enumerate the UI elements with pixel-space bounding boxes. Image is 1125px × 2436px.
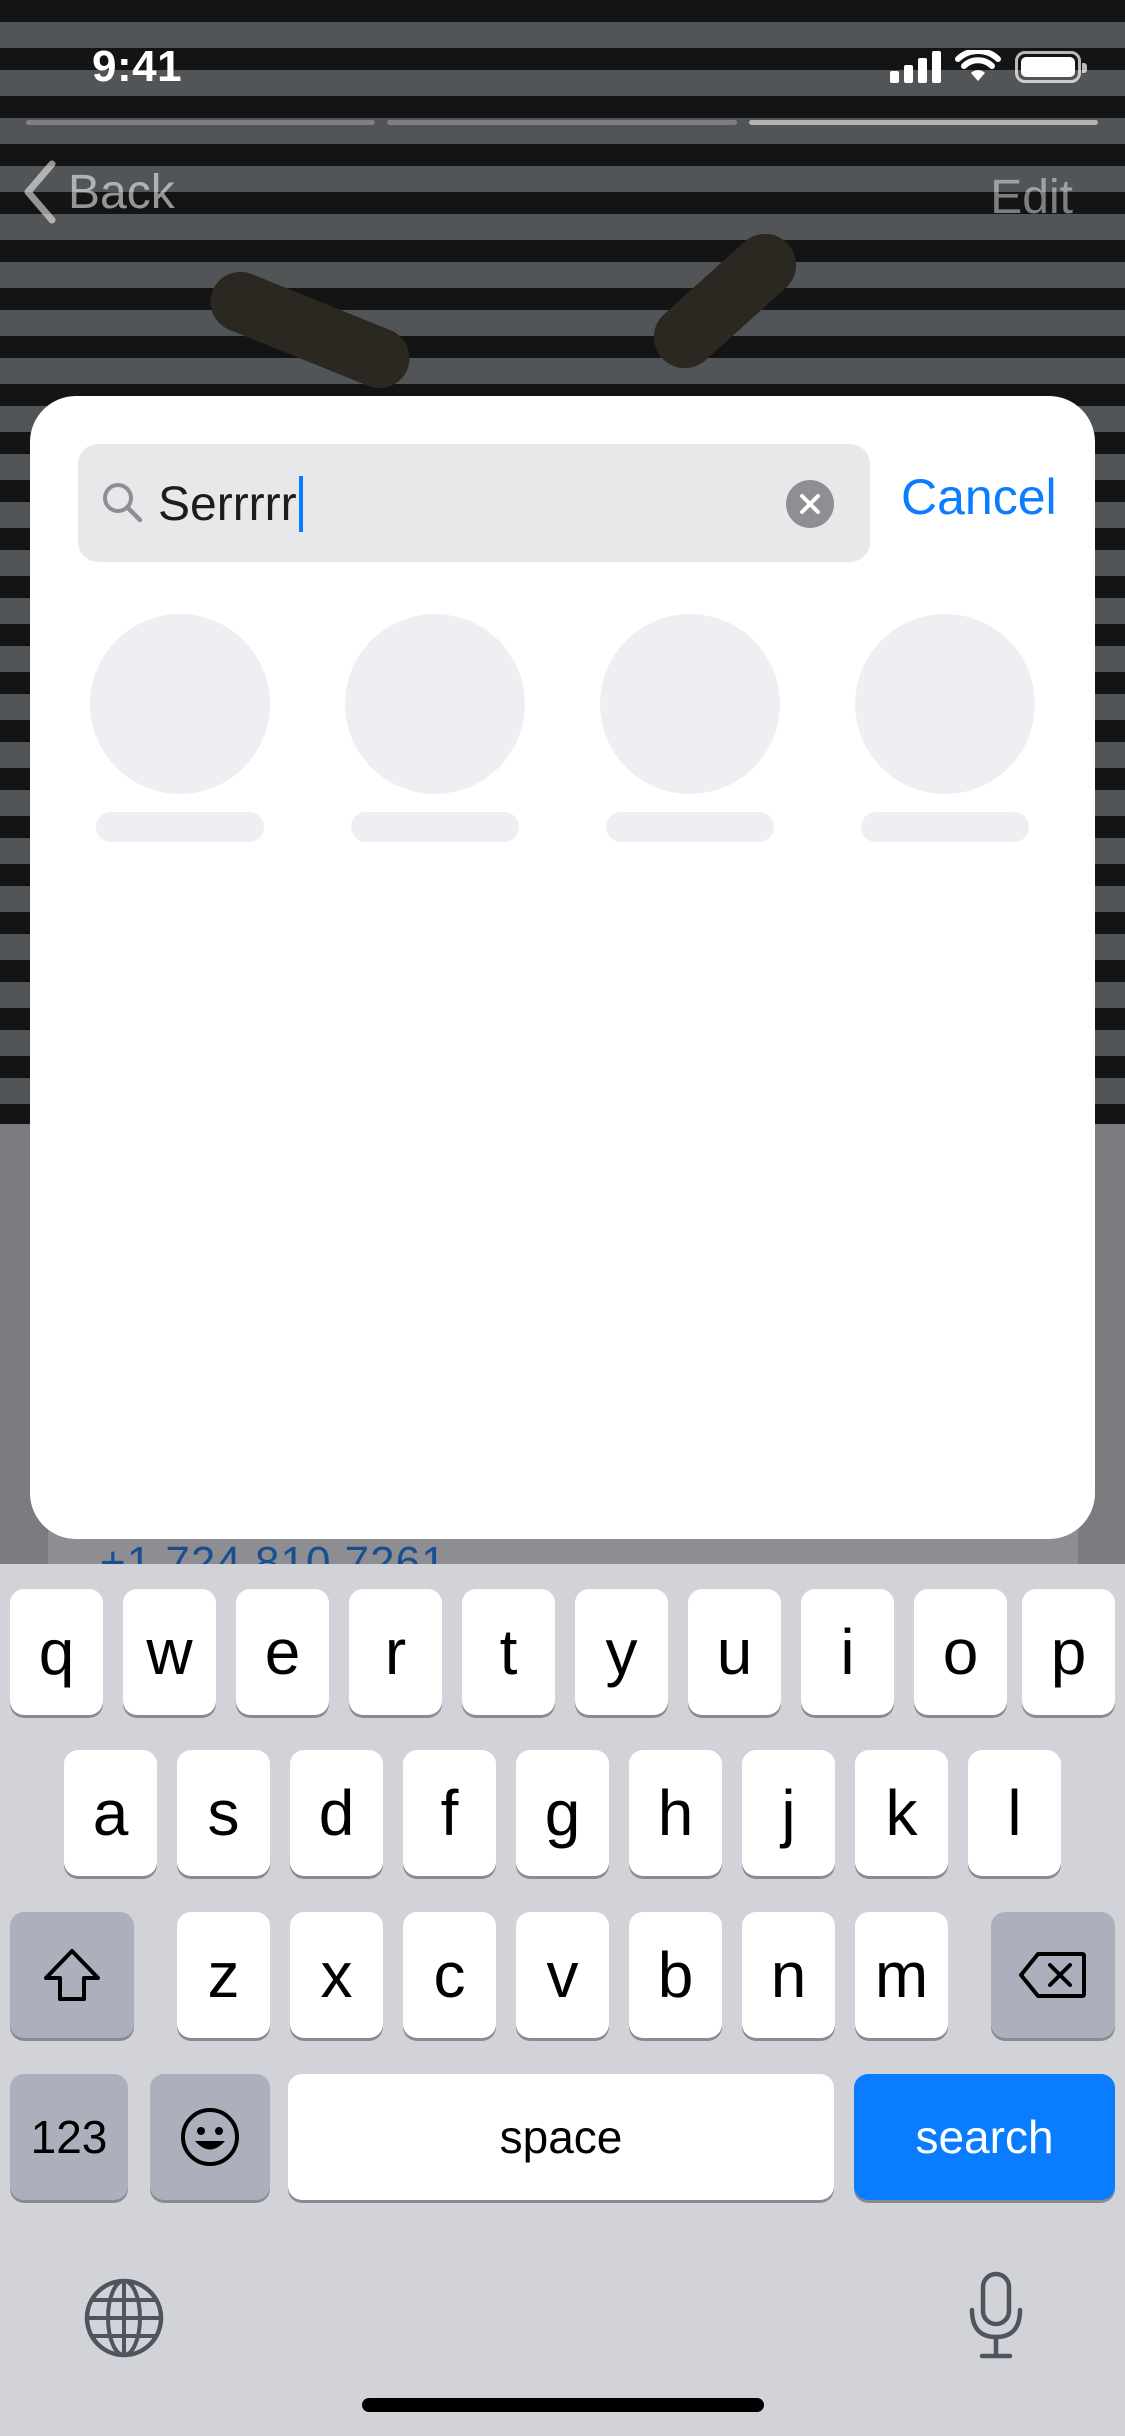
space-key[interactable]: space bbox=[288, 2074, 834, 2200]
numbers-key[interactable]: 123 bbox=[10, 2074, 128, 2200]
key-g[interactable]: g bbox=[516, 1750, 609, 1876]
status-icons bbox=[890, 50, 1087, 84]
key-i[interactable]: i bbox=[801, 1589, 894, 1715]
key-j[interactable]: j bbox=[742, 1750, 835, 1876]
delete-key[interactable] bbox=[991, 1912, 1115, 2038]
globe-icon[interactable] bbox=[82, 2276, 166, 2360]
key-l[interactable]: l bbox=[968, 1750, 1061, 1876]
keyboard: q w e r t y u i o p a s d f g h j k l z … bbox=[0, 1564, 1125, 2436]
backspace-icon bbox=[1019, 1952, 1086, 1998]
search-input[interactable]: Serrrrr bbox=[158, 476, 303, 532]
text-cursor bbox=[298, 476, 303, 532]
result-placeholder bbox=[90, 614, 270, 842]
key-x[interactable]: x bbox=[290, 1912, 383, 2038]
avatar-placeholder bbox=[345, 614, 525, 794]
result-placeholder bbox=[345, 614, 525, 842]
name-placeholder bbox=[606, 812, 774, 842]
name-placeholder bbox=[96, 812, 264, 842]
result-placeholder bbox=[600, 614, 780, 842]
search-modal: Serrrrr Cancel bbox=[30, 396, 1095, 1539]
key-o[interactable]: o bbox=[914, 1589, 1007, 1715]
back-label: Back bbox=[68, 165, 175, 219]
key-q[interactable]: q bbox=[10, 1589, 103, 1715]
key-t[interactable]: t bbox=[462, 1589, 555, 1715]
home-indicator[interactable] bbox=[362, 2398, 764, 2412]
key-p[interactable]: p bbox=[1022, 1589, 1115, 1715]
key-b[interactable]: b bbox=[629, 1912, 722, 2038]
status-bar: 9:41 bbox=[0, 0, 1125, 132]
avatar-placeholder bbox=[90, 614, 270, 794]
name-placeholder bbox=[861, 812, 1029, 842]
search-icon bbox=[103, 483, 143, 523]
back-button[interactable]: Back bbox=[22, 160, 175, 224]
avatar-placeholder bbox=[600, 614, 780, 794]
key-c[interactable]: c bbox=[403, 1912, 496, 2038]
search-results bbox=[30, 614, 1095, 864]
key-k[interactable]: k bbox=[855, 1750, 948, 1876]
chevron-left-icon bbox=[24, 160, 56, 224]
key-z[interactable]: z bbox=[177, 1912, 270, 2038]
microphone-icon[interactable] bbox=[966, 2270, 1026, 2360]
close-icon bbox=[800, 494, 820, 514]
key-a[interactable]: a bbox=[64, 1750, 157, 1876]
result-placeholder bbox=[855, 614, 1035, 842]
key-s[interactable]: s bbox=[177, 1750, 270, 1876]
status-time: 9:41 bbox=[92, 42, 183, 91]
key-d[interactable]: d bbox=[290, 1750, 383, 1876]
search-key[interactable]: search bbox=[854, 2074, 1115, 2200]
smiley-icon bbox=[181, 2108, 239, 2166]
battery-icon bbox=[1015, 51, 1087, 83]
key-r[interactable]: r bbox=[349, 1589, 442, 1715]
key-y[interactable]: y bbox=[575, 1589, 668, 1715]
key-e[interactable]: e bbox=[236, 1589, 329, 1715]
search-input-value: Serrrrr bbox=[158, 477, 297, 531]
cellular-signal-icon bbox=[890, 51, 941, 83]
avatar-placeholder bbox=[855, 614, 1035, 794]
edit-button[interactable]: Edit bbox=[990, 170, 1073, 225]
shift-key[interactable] bbox=[10, 1912, 134, 2038]
key-v[interactable]: v bbox=[516, 1912, 609, 2038]
shift-arrow-icon bbox=[44, 1949, 100, 2001]
emoji-key[interactable] bbox=[150, 2074, 270, 2200]
search-field[interactable]: Serrrrr bbox=[78, 444, 870, 562]
key-w[interactable]: w bbox=[123, 1589, 216, 1715]
key-n[interactable]: n bbox=[742, 1912, 835, 2038]
wifi-icon bbox=[955, 50, 1001, 81]
cancel-button[interactable]: Cancel bbox=[901, 468, 1057, 526]
key-f[interactable]: f bbox=[403, 1750, 496, 1876]
key-u[interactable]: u bbox=[688, 1589, 781, 1715]
name-placeholder bbox=[351, 812, 519, 842]
clear-search-button[interactable] bbox=[786, 480, 834, 528]
key-m[interactable]: m bbox=[855, 1912, 948, 2038]
key-h[interactable]: h bbox=[629, 1750, 722, 1876]
